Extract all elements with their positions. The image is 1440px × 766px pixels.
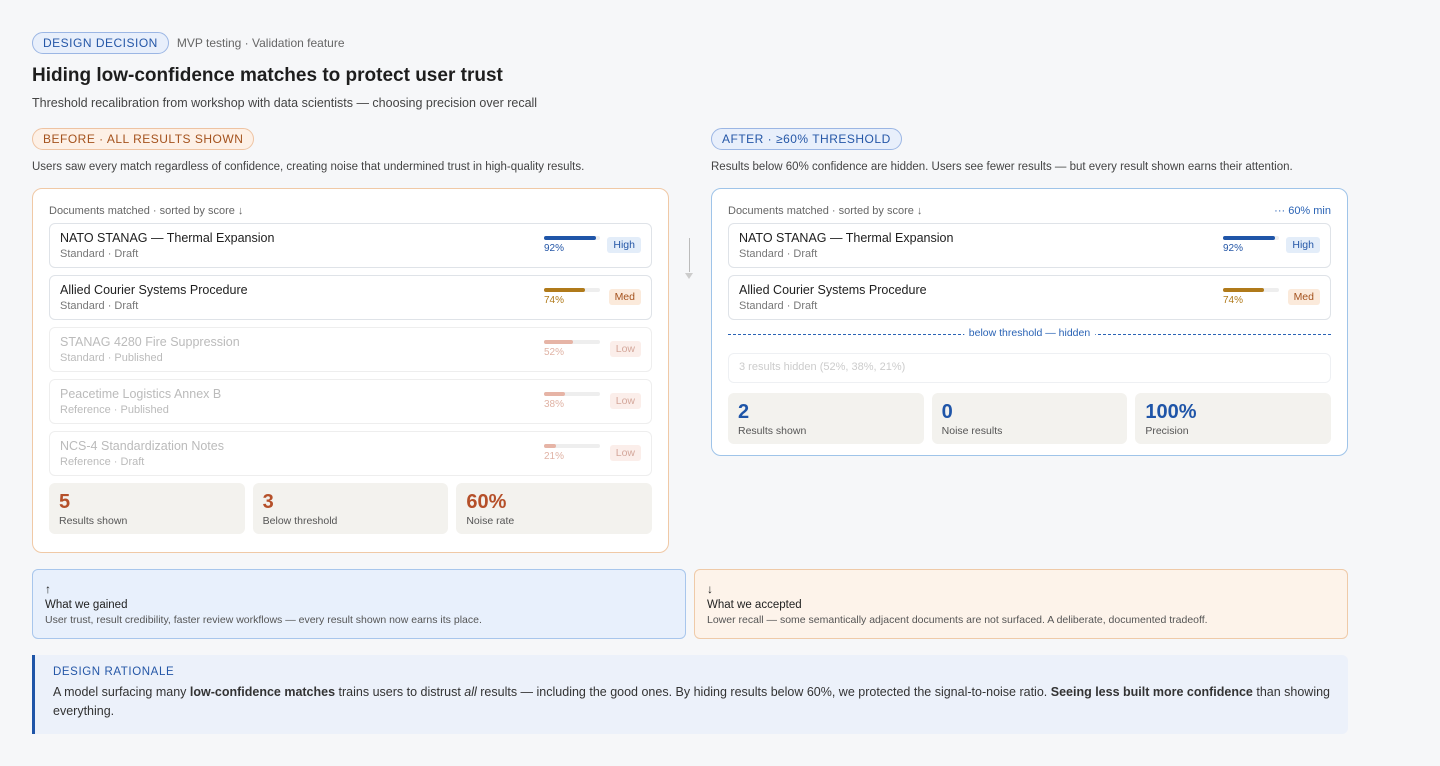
confidence-badge: Low <box>609 393 641 409</box>
rationale-text: results — including the good ones. By hi… <box>476 685 1051 699</box>
rationale-bold: Seeing less built more confidence <box>1050 685 1253 699</box>
stat-noise-results: 0 Noise results <box>931 393 1128 444</box>
confidence-badge: Med <box>608 289 641 305</box>
confidence-bar <box>544 288 600 292</box>
rationale-text: A model surfacing many <box>53 685 190 699</box>
stat-value: 100% <box>1145 401 1197 423</box>
confidence-bar <box>544 236 600 240</box>
confidence-bar <box>544 340 600 344</box>
stat-label: Noise rate <box>466 515 515 527</box>
stat-label: Results shown <box>59 515 128 527</box>
divider-label: below threshold — hidden <box>963 327 1096 339</box>
result-row[interactable]: Allied Courier Systems Procedure Standard… <box>728 275 1331 320</box>
confidence-badge: High <box>607 237 641 253</box>
stat-label: Precision <box>1145 425 1189 437</box>
after-column-header: AFTER · ≥60% THRESHOLD Results below 60%… <box>711 128 1348 173</box>
gained-card: ↑ What we gained User trust, result cred… <box>32 569 686 639</box>
confidence-badge: Med <box>1287 289 1320 305</box>
page-title: Hiding low-confidence matches to protect… <box>32 65 503 86</box>
threshold-divider: below threshold — hidden <box>728 327 1331 343</box>
design-decision-tag: DESIGN DECISION <box>32 32 169 54</box>
arrow-down-icon <box>684 238 696 282</box>
result-row[interactable]: Peacetime Logistics Annex B Reference · P… <box>49 379 652 424</box>
stat-label: Results shown <box>738 425 807 437</box>
result-row[interactable]: Allied Courier Systems Procedure Standard… <box>49 275 652 320</box>
hidden-results-row: 3 results hidden (52%, 38%, 21%) <box>728 353 1331 383</box>
stat-noise-rate: 60% Noise rate <box>456 483 653 534</box>
accepted-card: ↓ What we accepted Lower recall — some s… <box>694 569 1348 639</box>
arrow-down-icon: ↓ <box>707 582 713 596</box>
result-row[interactable]: NCS-4 Standardization Notes Reference · D… <box>49 431 652 476</box>
stat-value: 60% <box>466 491 507 513</box>
result-row[interactable]: NATO STANAG — Thermal Expansion Standard … <box>728 223 1331 268</box>
confidence-percent: 74% <box>544 295 565 306</box>
gained-title: What we gained <box>45 599 128 611</box>
confidence-bar <box>544 392 600 396</box>
gained-description: User trust, result credibility, faster r… <box>45 614 482 626</box>
page-header: DESIGN DECISION MVP testing · Validation… <box>32 32 1352 110</box>
confidence-percent: 92% <box>544 243 565 254</box>
stat-label: Noise results <box>941 425 1003 437</box>
confidence-badge: Low <box>609 445 641 461</box>
rationale-bold: low-confidence matches <box>189 685 336 699</box>
stat-value: 0 <box>941 401 953 423</box>
after-panel: Documents matched · sorted by score ↓ ··… <box>711 188 1348 456</box>
after-stats: 2 Results shown 0 Noise results 100% Pre… <box>728 393 1332 444</box>
before-tag: BEFORE · ALL RESULTS SHOWN <box>32 128 255 150</box>
after-list-label: Documents matched · sorted by score ↓ <box>728 205 923 217</box>
confidence-bar <box>544 444 600 448</box>
stat-value: 5 <box>59 491 71 513</box>
confidence-bar <box>1223 236 1279 240</box>
confidence-bar <box>1223 288 1279 292</box>
stat-below-threshold: 3 Below threshold <box>252 483 449 534</box>
threshold-marker: ··· 60% min <box>1274 205 1331 217</box>
tag-subtitle: MVP testing · Validation feature <box>176 36 345 50</box>
before-stats: 5 Results shown 3 Below threshold 60% No… <box>49 483 653 534</box>
before-panel: Documents matched · sorted by score ↓ NA… <box>32 188 669 553</box>
accepted-description: Lower recall — some semantically adjacen… <box>707 614 1208 626</box>
rationale-title: DESIGN RATIONALE <box>53 666 175 678</box>
confidence-badge: High <box>1286 237 1320 253</box>
before-list-label: Documents matched · sorted by score ↓ <box>49 205 244 217</box>
confidence-percent: 38% <box>544 399 565 410</box>
stat-label: Below threshold <box>262 515 338 527</box>
page-subtitle: Threshold recalibration from workshop wi… <box>32 96 538 110</box>
after-description: Results below 60% confidence are hidden.… <box>711 161 1293 173</box>
accepted-title: What we accepted <box>707 599 802 611</box>
rationale-text: trains users to distrust <box>335 685 465 699</box>
confidence-percent: 52% <box>544 347 565 358</box>
confidence-percent: 92% <box>1223 243 1244 254</box>
result-row[interactable]: NATO STANAG — Thermal Expansion Standard … <box>49 223 652 268</box>
stat-results-shown: 5 Results shown <box>49 483 245 534</box>
before-description: Users saw every match regardless of conf… <box>32 161 585 173</box>
rationale-italic: all <box>464 685 477 699</box>
confidence-badge: Low <box>609 341 641 357</box>
before-column-header: BEFORE · ALL RESULTS SHOWN Users saw eve… <box>32 128 669 173</box>
stat-results-shown: 2 Results shown <box>728 393 924 444</box>
result-row[interactable]: STANAG 4280 Fire Suppression Standard · P… <box>49 327 652 372</box>
after-tag: AFTER · ≥60% THRESHOLD <box>711 128 902 150</box>
confidence-percent: 74% <box>1223 295 1244 306</box>
arrow-up-icon: ↑ <box>45 582 51 596</box>
stat-value: 3 <box>262 491 274 513</box>
rationale-body: A model surfacing many low-confidence ma… <box>53 683 1330 721</box>
confidence-percent: 21% <box>544 451 565 462</box>
stat-value: 2 <box>738 401 750 423</box>
design-rationale: DESIGN RATIONALE A model surfacing many … <box>32 655 1348 734</box>
stat-precision: 100% Precision <box>1135 393 1332 444</box>
